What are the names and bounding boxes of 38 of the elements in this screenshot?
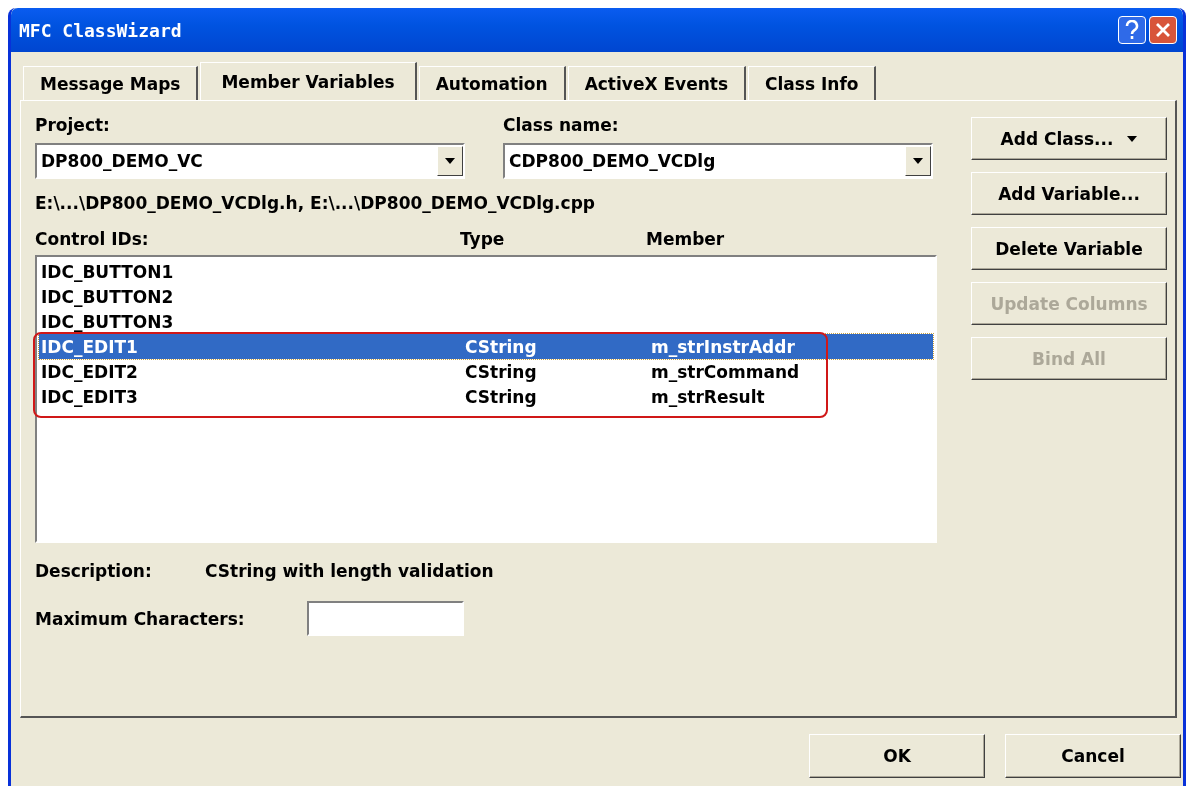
dropdown-button[interactable] — [905, 146, 931, 176]
field-label: Class name: — [503, 115, 620, 135]
file-paths: E:\...\DP800_DEMO_VCDlg.h, E:\...\DP800_DEMO_VCDlg.cpp — [35, 193, 596, 213]
question-mark-icon — [1125, 20, 1139, 40]
control-list[interactable]: IDC_BUTTON1 IDC_BUTTON2 IDC_BUTTON3 IDC_EDIT1 CString m_strInstrAddr IDC_EDIT2 CString m_strCommand IDC_EDIT3 CString m_strResult — [35, 255, 937, 543]
close-icon — [1155, 22, 1171, 38]
close-button[interactable] — [1149, 16, 1177, 44]
field-label: Project: — [35, 115, 111, 135]
side-button[interactable]: Add Variable... — [971, 172, 1167, 215]
caret-icon — [445, 158, 455, 164]
help-button[interactable] — [1118, 16, 1146, 44]
project-combo[interactable]: DP800_DEMO_VC — [35, 143, 465, 179]
window-title: MFC ClassWizard — [19, 19, 183, 41]
column-header: Type — [460, 229, 506, 249]
tab[interactable]: Message Maps — [23, 66, 199, 100]
class-name-combo[interactable]: CDP800_DEMO_VCDlg — [503, 143, 933, 179]
column-header: Control IDs: — [35, 229, 150, 249]
field-label: Maximum Characters: — [35, 608, 246, 629]
list-row[interactable]: IDC_EDIT3 CString m_strResult — [39, 384, 933, 409]
side-button[interactable]: Add Class... — [971, 117, 1167, 160]
list-row[interactable]: IDC_EDIT2 CString m_strCommand — [39, 359, 933, 384]
list-row[interactable]: IDC_BUTTON3 — [39, 309, 933, 334]
description-label: Description: — [35, 561, 153, 581]
side-button[interactable]: Delete Variable — [971, 227, 1167, 270]
description-text: CString with length validation — [205, 561, 494, 581]
tab[interactable]: Member Variables — [200, 62, 417, 100]
dialog-button[interactable]: OK — [809, 734, 985, 778]
list-row[interactable]: IDC_EDIT1 CString m_strInstrAddr — [39, 334, 933, 359]
tab[interactable]: Class Info — [748, 66, 877, 100]
list-row[interactable]: IDC_BUTTON2 — [39, 284, 933, 309]
caret-icon — [913, 158, 923, 164]
column-header: Member — [646, 229, 725, 249]
tab[interactable]: Automation — [418, 66, 566, 100]
max-characters-field[interactable] — [307, 601, 464, 636]
dropdown-button[interactable] — [437, 146, 463, 176]
dialog-button[interactable]: Cancel — [1005, 734, 1181, 778]
list-row[interactable]: IDC_BUTTON1 — [39, 259, 933, 284]
tab[interactable]: ActiveX Events — [567, 66, 747, 100]
